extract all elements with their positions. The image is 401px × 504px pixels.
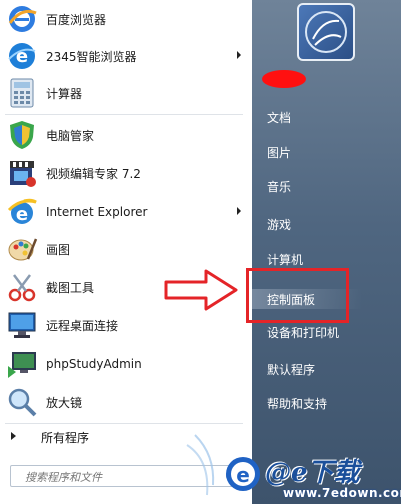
- svg-text:e: e: [16, 204, 28, 225]
- submenu-arrow-icon[interactable]: [237, 207, 241, 215]
- video-editor-icon: [6, 157, 38, 189]
- places-item-label: 帮助和支持: [267, 397, 328, 411]
- program-label: 2345智能浏览器: [46, 49, 137, 64]
- pc-manager-shield-icon: [6, 119, 38, 151]
- user-name-redaction: [262, 70, 306, 88]
- places-item-label: 设备和打印机: [267, 326, 340, 340]
- all-programs-label: 所有程序: [41, 431, 90, 445]
- magnifier-icon: [6, 386, 38, 418]
- annotation-arrow-icon: [164, 269, 238, 311]
- places-item-music[interactable]: 音乐: [252, 173, 401, 197]
- program-item-pc-manager[interactable]: 电脑管家: [3, 116, 249, 154]
- internet-explorer-icon: e: [6, 196, 38, 228]
- places-item-label: 默认程序: [267, 363, 316, 377]
- browser-2345-icon: e: [6, 40, 38, 72]
- program-item-2345-browser[interactable]: e 2345智能浏览器: [3, 37, 249, 75]
- places-item-help-support[interactable]: 帮助和支持: [252, 390, 401, 414]
- snipping-tool-icon: [6, 271, 38, 303]
- submenu-arrow-icon[interactable]: [237, 51, 241, 59]
- user-picture-icon: [305, 11, 347, 53]
- phpstudy-icon: [6, 348, 38, 380]
- program-label: 画图: [46, 242, 71, 257]
- program-label: 截图工具: [46, 280, 95, 295]
- program-item-internet-explorer[interactable]: e Internet Explorer: [3, 193, 249, 231]
- places-item-label: 游戏: [267, 218, 292, 232]
- places-item-label: 计算机: [267, 253, 304, 267]
- places-item-documents[interactable]: 文档: [252, 104, 401, 128]
- places-item-pictures[interactable]: 图片: [252, 139, 401, 163]
- expand-arrow-icon: [11, 432, 16, 440]
- user-picture[interactable]: [297, 3, 355, 61]
- program-item-paint[interactable]: 画图: [3, 230, 249, 268]
- program-label: 百度浏览器: [46, 12, 107, 27]
- program-label: 计算器: [46, 86, 83, 101]
- program-label: phpStudyAdmin: [46, 357, 142, 371]
- annotation-highlight-box: [246, 268, 349, 323]
- program-item-calculator[interactable]: 计算器: [3, 74, 249, 112]
- program-label: Internet Explorer: [46, 205, 148, 219]
- places-item-computer[interactable]: 计算机: [252, 246, 401, 270]
- program-item-baidu-browser[interactable]: 百度浏览器: [3, 0, 249, 38]
- places-item-games[interactable]: 游戏: [252, 211, 401, 235]
- places-item-label: 图片: [267, 146, 292, 160]
- baidu-browser-icon: [6, 3, 38, 35]
- separator: [5, 114, 243, 115]
- program-label: 视频编辑专家 7.2: [46, 166, 141, 181]
- watermark-brand: @e下载: [265, 458, 360, 488]
- svg-text:e: e: [236, 463, 250, 487]
- program-label: 电脑管家: [46, 128, 95, 143]
- calculator-icon: [6, 77, 38, 109]
- program-item-magnifier[interactable]: 放大镜: [3, 383, 249, 421]
- program-item-phpstudy[interactable]: phpStudyAdmin: [3, 345, 249, 383]
- program-label: 放大镜: [46, 395, 83, 410]
- program-item-video-editor[interactable]: 视频编辑专家 7.2: [3, 154, 249, 192]
- watermark-domain: www.7edown.com: [283, 486, 401, 500]
- program-label: 远程桌面连接: [46, 318, 119, 333]
- paint-icon: [6, 233, 38, 265]
- places-item-label: 音乐: [267, 180, 292, 194]
- remote-desktop-icon: [6, 309, 38, 341]
- places-item-default-programs[interactable]: 默认程序: [252, 356, 401, 380]
- places-item-label: 文档: [267, 111, 292, 125]
